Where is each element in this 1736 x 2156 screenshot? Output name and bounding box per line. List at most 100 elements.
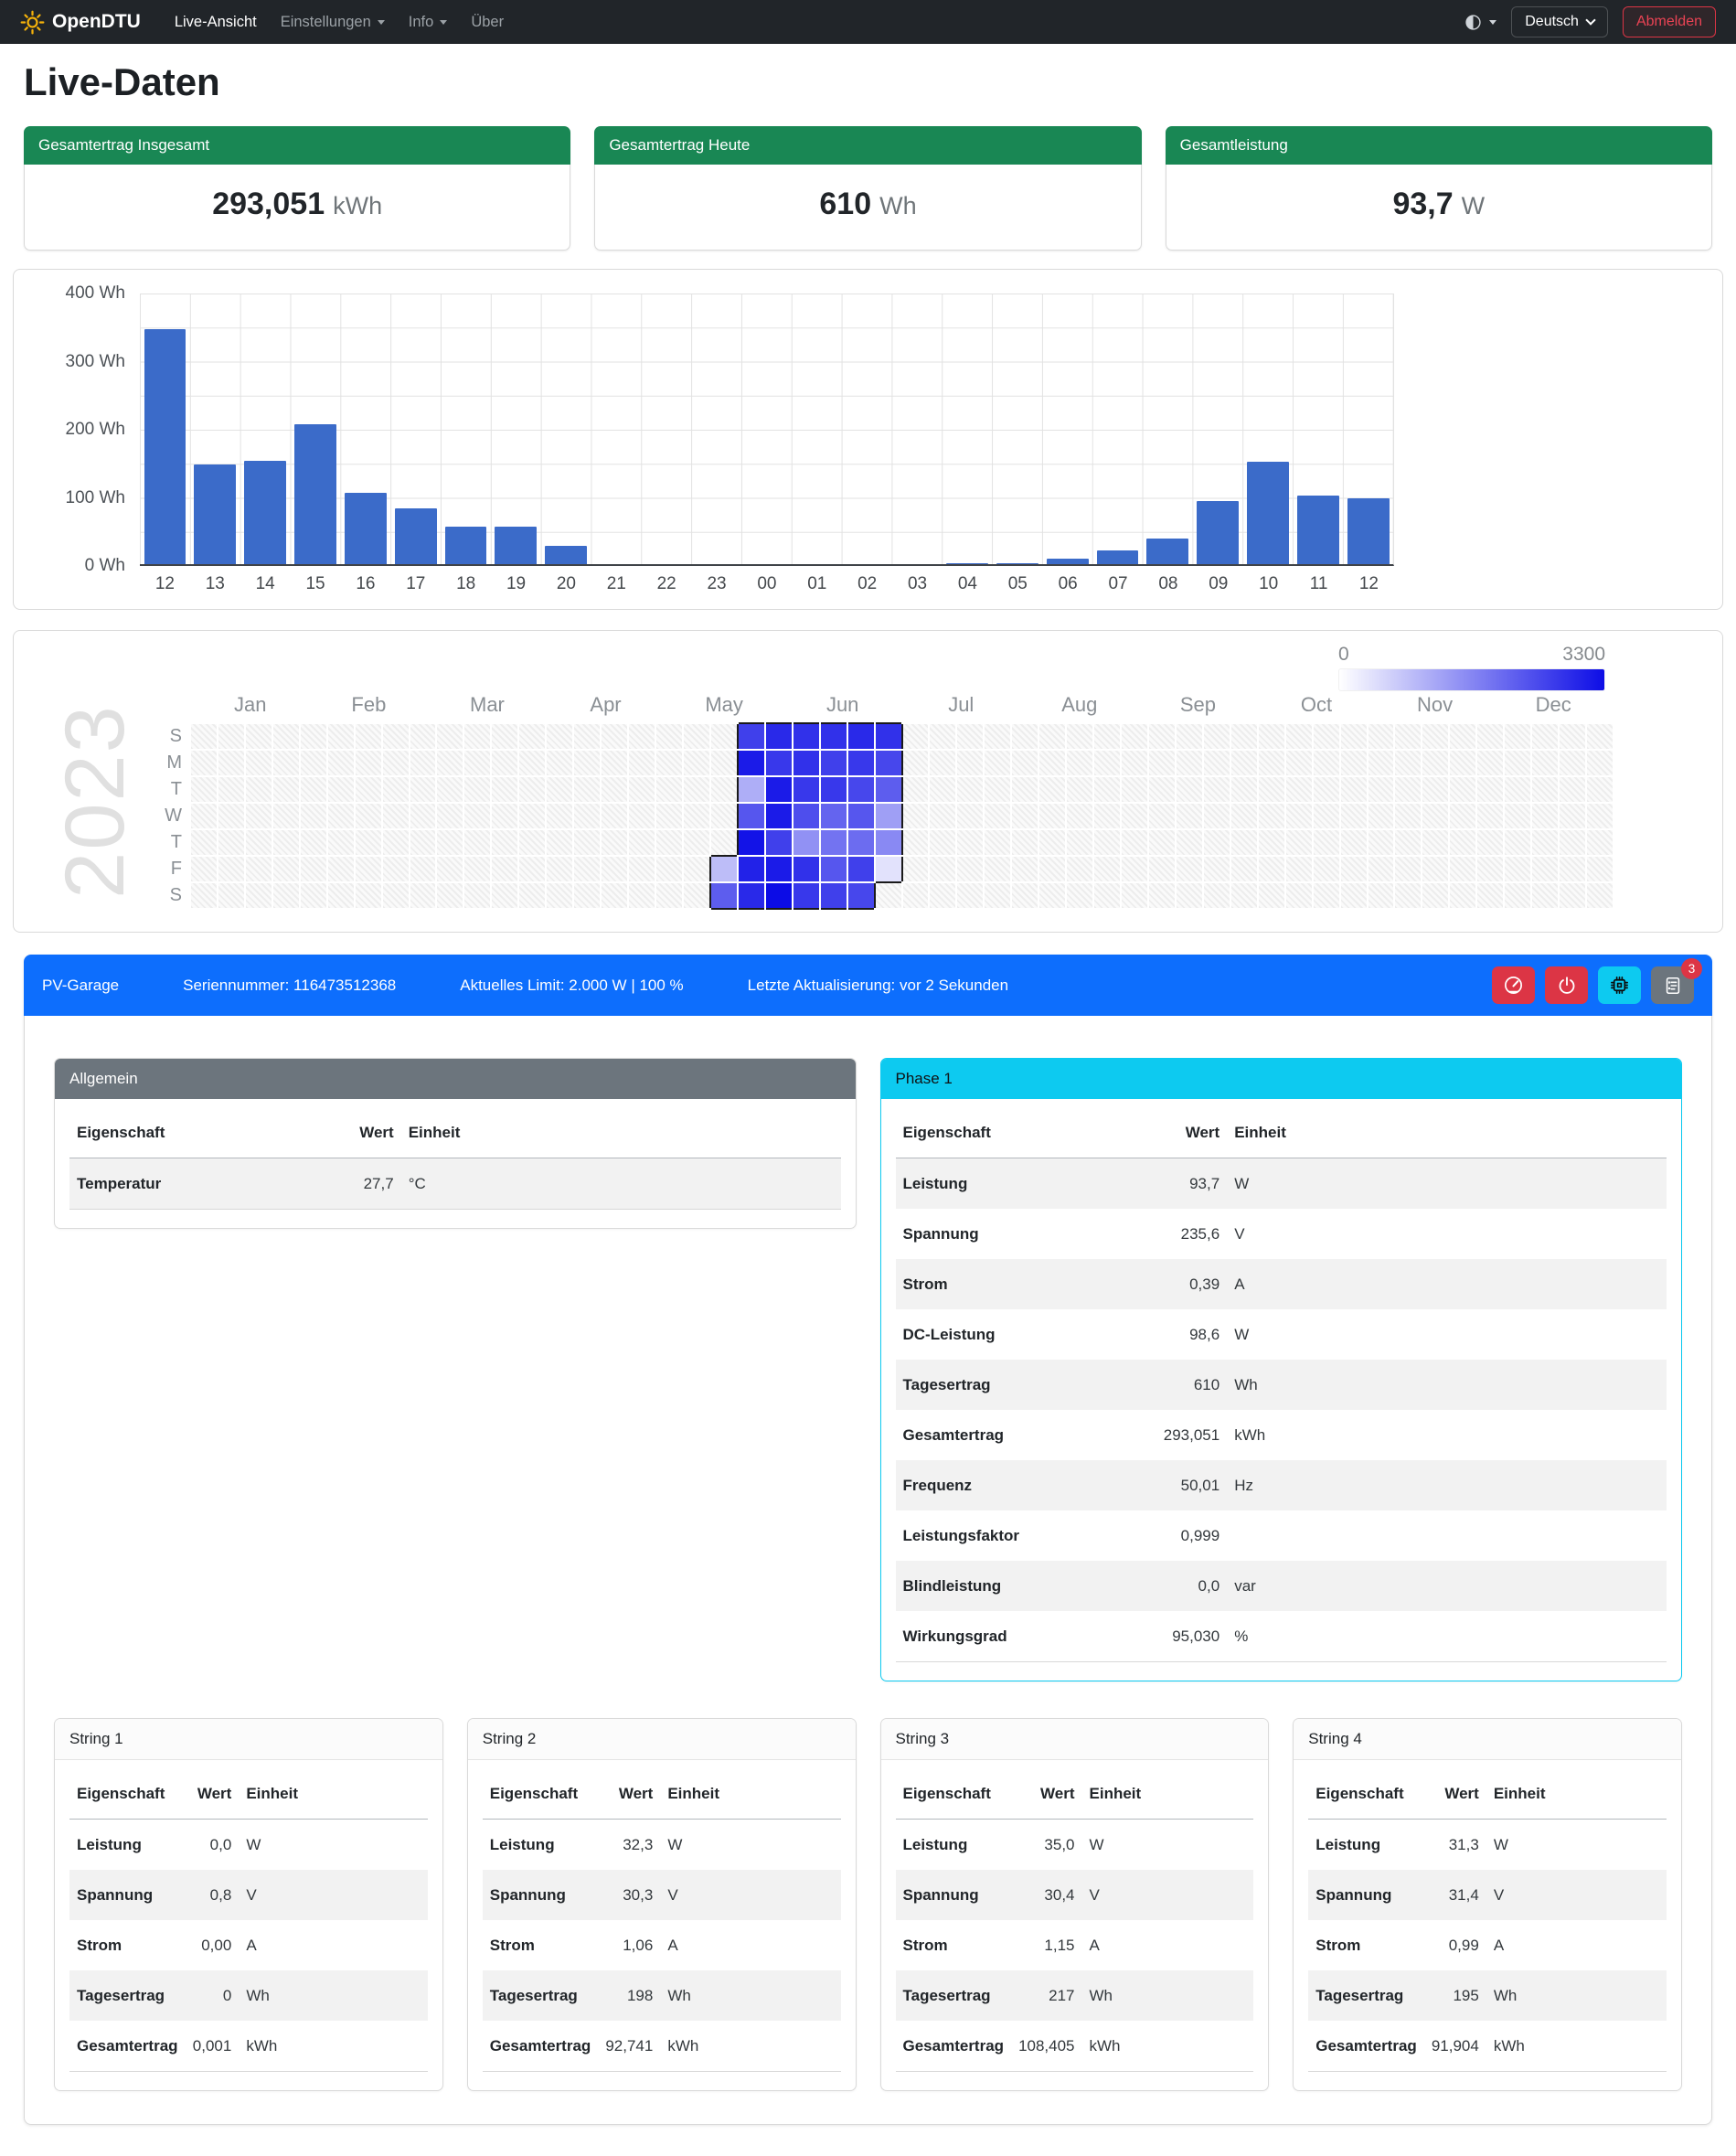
data-table: Eigenschaft Wert Einheit Leistung32,3WSp… [483, 1769, 841, 2072]
column-header-unit: Einheit [239, 1769, 427, 1820]
hourly-yield-chart: 400 Wh300 Wh200 Wh100 Wh0 Wh 12131415161… [13, 269, 1723, 610]
column-header-unit: Einheit [401, 1108, 841, 1158]
table-row: Gesamtertrag108,405kWh [896, 2021, 1254, 2072]
theme-toggle[interactable] [1464, 13, 1496, 32]
chevron-down-icon [440, 20, 447, 25]
table-row: Temperatur27,7°C [69, 1158, 841, 1210]
inverter-header: PV-Garage Seriennummer: 116473512368 Akt… [24, 955, 1712, 1016]
table-card-string-3: String 3 Eigenschaft Wert Einheit Leistu… [880, 1718, 1270, 2091]
heatmap-month-labels: JanFebMarAprMayJunJulAugSepOctNovDec [191, 693, 1613, 724]
table-row: Strom0,00A [69, 1920, 428, 1970]
event-log-button[interactable]: 3 [1651, 966, 1694, 1004]
summary-card-current-power: Gesamtleistung 93,7 W [1166, 126, 1712, 251]
summary-card-total-yield: Gesamtertrag Insgesamt 293,051kWh [24, 126, 570, 251]
table-row: Leistung31,3W [1308, 1820, 1667, 1871]
table-card-string-2: String 2 Eigenschaft Wert Einheit Leistu… [467, 1718, 857, 2091]
table-row: Gesamtertrag293,051kWh [896, 1410, 1667, 1460]
chevron-down-icon [378, 20, 385, 25]
table-row: Strom1,06A [483, 1920, 841, 1970]
summary-unit: Wh [879, 192, 917, 219]
table-row: Tagesertrag198Wh [483, 1970, 841, 2021]
column-header-value: Wert [1112, 1108, 1228, 1158]
column-header-value: Wert [1424, 1769, 1486, 1820]
inverter-limit: Aktuelles Limit: 2.000 W | 100 % [460, 977, 683, 995]
table-row: Gesamtertrag92,741kWh [483, 2021, 841, 2072]
table-row: Gesamtertrag0,001kWh [69, 2021, 428, 2072]
chevron-down-icon [1585, 15, 1595, 25]
table-row: Wirkungsgrad95,030% [896, 1611, 1667, 1662]
column-header-value: Wert [186, 1769, 240, 1820]
table-row: Leistungsfaktor0,999 [896, 1510, 1667, 1561]
table-row: Spannung30,4V [896, 1870, 1254, 1920]
column-header-property: Eigenschaft [483, 1769, 599, 1820]
column-header-unit: Einheit [1227, 1108, 1667, 1158]
table-card-header: String 2 [468, 1719, 856, 1760]
legend-gradient-bar [1338, 668, 1605, 691]
chevron-down-icon [1489, 20, 1496, 25]
column-header-property: Eigenschaft [69, 1769, 186, 1820]
table-row: Tagesertrag610Wh [896, 1360, 1667, 1410]
summary-card-today-yield: Gesamtertrag Heute 610Wh [594, 126, 1141, 251]
cpu-icon [1609, 975, 1630, 996]
device-info-button[interactable] [1598, 966, 1641, 1004]
limit-settings-button[interactable] [1492, 966, 1535, 1004]
gauge-icon [1503, 975, 1524, 996]
data-table: Eigenschaft Wert Einheit Temperatur27,7°… [69, 1108, 841, 1210]
heatmap-legend: 0 3300 [1338, 644, 1605, 691]
summary-value: 293,051 [212, 187, 325, 221]
table-row: Spannung235,6V [896, 1209, 1667, 1259]
table-row: Spannung30,3V [483, 1870, 841, 1920]
table-row: Spannung31,4V [1308, 1870, 1667, 1920]
summary-card-header: Gesamtertrag Heute [594, 126, 1141, 165]
data-table: Eigenschaft Wert Einheit Leistung31,3WSp… [1308, 1769, 1667, 2072]
column-header-property: Eigenschaft [1308, 1769, 1424, 1820]
heatmap-grid [191, 724, 1613, 910]
nav-item-live-ansicht[interactable]: Live-Ansicht [165, 6, 267, 38]
legend-max-label: 3300 [1562, 644, 1605, 666]
table-card-allgemein: Allgemein Eigenschaft Wert Einheit Tempe… [54, 1058, 857, 1229]
summary-card-value-area: 93,7 W [1166, 165, 1712, 251]
app-title: OpenDTU [52, 11, 141, 33]
table-row: Tagesertrag217Wh [896, 1970, 1254, 2021]
table-row: Leistung93,7W [896, 1158, 1667, 1210]
table-row: Leistung32,3W [483, 1820, 841, 1871]
column-header-unit: Einheit [1082, 1769, 1254, 1820]
circle-half-theme-icon [1464, 13, 1483, 32]
nav-item-ueber[interactable]: Über [461, 6, 514, 38]
sun-logo-icon [20, 10, 45, 35]
table-card-header: String 4 [1294, 1719, 1681, 1760]
data-table: Eigenschaft Wert Einheit Leistung93,7WSp… [896, 1108, 1667, 1662]
summary-card-header: Gesamtleistung [1166, 126, 1712, 165]
summary-card-header: Gesamtertrag Insgesamt [24, 126, 570, 165]
table-row: Gesamtertrag91,904kWh [1308, 2021, 1667, 2072]
nav-item-info[interactable]: Info [399, 6, 458, 38]
navbar: OpenDTU Live-Ansicht Einstellungen Info … [0, 0, 1736, 44]
logout-button[interactable]: Abmelden [1623, 6, 1716, 37]
summary-unit: W [1462, 192, 1485, 219]
table-row: Leistung0,0W [69, 1820, 428, 1871]
table-card-phase-1: Phase 1 Eigenschaft Wert Einheit Leistun… [880, 1058, 1683, 1681]
chart-plot-area [140, 294, 1394, 566]
language-select[interactable]: Deutsch [1511, 6, 1608, 37]
power-toggle-button[interactable] [1545, 966, 1588, 1004]
inverter-last-update: Letzte Aktualisierung: vor 2 Sekunden [748, 977, 1008, 995]
table-card-header: Allgemein [55, 1059, 856, 1099]
column-header-value: Wert [598, 1769, 660, 1820]
nav-menu: Live-Ansicht Einstellungen Info Über [165, 6, 514, 38]
column-header-property: Eigenschaft [896, 1108, 1112, 1158]
app-brand[interactable]: OpenDTU [20, 10, 141, 35]
table-row: Tagesertrag0Wh [69, 1970, 428, 2021]
column-header-property: Eigenschaft [69, 1108, 285, 1158]
yearly-heatmap-card: 0 3300 2023 JanFebMarAprMayJunJulAugSepO… [13, 630, 1723, 933]
table-card-string-4: String 4 Eigenschaft Wert Einheit Leistu… [1293, 1718, 1682, 2091]
table-row: Tagesertrag195Wh [1308, 1970, 1667, 2021]
legend-min-label: 0 [1338, 644, 1349, 666]
column-header-property: Eigenschaft [896, 1769, 1012, 1820]
table-row: Strom1,15A [896, 1920, 1254, 1970]
inverter-serial: Seriennummer: 116473512368 [183, 977, 396, 995]
summary-cards: Gesamtertrag Insgesamt 293,051kWh Gesamt… [24, 126, 1712, 251]
column-header-unit: Einheit [660, 1769, 840, 1820]
nav-item-einstellungen[interactable]: Einstellungen [271, 6, 395, 38]
summary-value: 93,7 [1392, 187, 1453, 221]
data-table: Eigenschaft Wert Einheit Leistung0,0WSpa… [69, 1769, 428, 2072]
